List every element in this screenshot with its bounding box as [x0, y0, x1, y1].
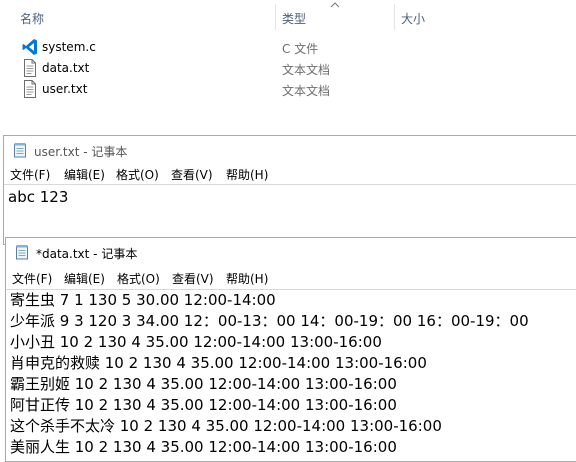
file-type: C 文件 — [282, 42, 319, 56]
menu-edit[interactable]: 编辑(E) — [64, 166, 105, 183]
file-type: 文本文档 — [282, 63, 331, 77]
column-header-type[interactable]: 类型 — [282, 10, 306, 27]
menu-bar: 文件(F) 编辑(E) 格式(O) 查看(V) 帮助(H) — [6, 268, 576, 288]
menu-file[interactable]: 文件(F) — [10, 166, 50, 183]
menu-view[interactable]: 查看(V) — [172, 270, 214, 287]
menu-format[interactable]: 格式(O) — [116, 166, 159, 183]
text-line: 小小丑 10 2 130 4 35.00 12:00-14:00 13:00-1… — [10, 333, 382, 351]
file-name: user.txt — [42, 82, 88, 96]
menu-help[interactable]: 帮助(H) — [226, 270, 268, 287]
menu-format[interactable]: 格式(O) — [117, 270, 160, 287]
text-file-icon — [24, 59, 36, 77]
text-line: 美丽人生 10 2 130 4 35.00 12:00-14:00 13:00-… — [10, 438, 397, 456]
notepad-window-data: *data.txt - 记事本 文件(F) 编辑(E) 格式(O) 查看(V) … — [5, 237, 576, 462]
menu-edit[interactable]: 编辑(E) — [64, 270, 105, 287]
text-file-icon — [24, 80, 36, 98]
text-line: 这个杀手不太冷 10 2 130 4 35.00 12:00-14:00 13:… — [10, 417, 442, 435]
text-editor-area[interactable]: 寄生虫 7 1 130 5 30.00 12:00-14:00 少年派 9 3 … — [6, 289, 576, 461]
text-line: 阿甘正传 10 2 130 4 35.00 12:00-14:00 13:00-… — [10, 396, 397, 414]
notepad-icon — [16, 245, 28, 260]
file-explorer-list: 名称 类型 大小 system.c C 文件 data.txt 文本文档 use… — [0, 0, 576, 130]
column-header-row: 名称 类型 大小 — [0, 0, 576, 34]
menu-view[interactable]: 查看(V) — [171, 166, 213, 183]
text-line: 霸王别姬 10 2 130 4 35.00 12:00-14:00 13:00-… — [10, 375, 397, 393]
text-line: 少年派 9 3 120 3 34.00 12：00-13：00 14：00-19… — [10, 312, 529, 330]
column-divider[interactable] — [275, 4, 276, 30]
sort-ascending-icon — [330, 2, 340, 8]
menu-bar: 文件(F) 编辑(E) 格式(O) 查看(V) 帮助(H) — [4, 164, 576, 184]
window-title: user.txt - 记事本 — [34, 145, 128, 159]
column-divider[interactable] — [394, 4, 395, 30]
file-name: system.c — [42, 40, 96, 54]
file-row-system-c[interactable]: system.c C 文件 — [0, 37, 576, 57]
menu-file[interactable]: 文件(F) — [12, 270, 52, 287]
text-line: abc 123 — [8, 188, 69, 206]
text-line: 肖申克的救赎 10 2 130 4 35.00 12:00-14:00 13:0… — [10, 354, 427, 372]
title-bar[interactable]: user.txt - 记事本 — [4, 136, 576, 164]
window-title: *data.txt - 记事本 — [36, 247, 138, 261]
text-line: 寄生虫 7 1 130 5 30.00 12:00-14:00 — [10, 291, 276, 309]
notepad-icon — [14, 143, 26, 158]
title-bar[interactable]: *data.txt - 记事本 — [6, 238, 576, 266]
file-name: data.txt — [42, 61, 90, 75]
text-editor-area[interactable]: abc 123 — [4, 184, 576, 244]
file-row-data-txt[interactable]: data.txt 文本文档 — [0, 58, 576, 78]
notepad-window-user: user.txt - 记事本 文件(F) 编辑(E) 格式(O) 查看(V) 帮… — [3, 135, 576, 245]
file-type: 文本文档 — [282, 84, 331, 98]
vscode-icon — [22, 39, 37, 55]
menu-help[interactable]: 帮助(H) — [226, 166, 268, 183]
file-row-user-txt[interactable]: user.txt 文本文档 — [0, 79, 576, 99]
column-header-name[interactable]: 名称 — [20, 10, 44, 27]
column-header-size[interactable]: 大小 — [401, 10, 425, 27]
